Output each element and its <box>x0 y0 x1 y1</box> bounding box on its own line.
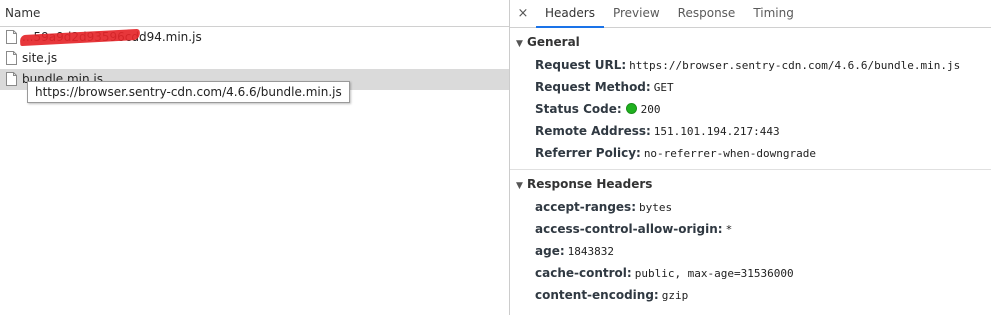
file-icon <box>6 51 17 65</box>
header-value: 1843832 <box>567 245 614 258</box>
header-key: Request Method: <box>535 80 651 94</box>
header-key: accept-ranges: <box>535 200 636 214</box>
header-row: accept-ranges: bytes <box>510 196 991 218</box>
header-value: https://browser.sentry-cdn.com/4.6.6/bun… <box>629 59 961 72</box>
header-row: access-control-allow-origin: * <box>510 218 991 240</box>
header-key: content-encoding: <box>535 288 659 302</box>
file-icon <box>6 30 17 44</box>
header-row: Status Code: 200 <box>510 98 991 120</box>
response-headers-section: ▼ Response Headers accept-ranges: bytes ac… <box>510 170 991 311</box>
request-row[interactable]: site.js <box>0 48 509 69</box>
header-row: age: 1843832 <box>510 240 991 262</box>
url-tooltip: https://browser.sentry-cdn.com/4.6.6/bun… <box>27 81 350 103</box>
header-key: Status Code: <box>535 102 622 116</box>
request-list-panel: Name ...59a9d2d93596cdd94.min.js site.js… <box>0 0 510 315</box>
close-icon[interactable]: × <box>510 0 536 27</box>
tab-headers[interactable]: Headers <box>536 0 604 28</box>
general-section-toggle[interactable]: ▼ General <box>510 28 991 54</box>
tab-preview[interactable]: Preview <box>604 0 669 27</box>
header-value: no-referrer-when-downgrade <box>643 147 816 160</box>
header-value: gzip <box>661 289 689 302</box>
header-value: bytes <box>639 201 673 214</box>
file-icon <box>6 72 17 86</box>
request-name: site.js <box>22 51 58 65</box>
header-key: age: <box>535 244 565 258</box>
header-value: GET <box>653 81 674 94</box>
header-key: Remote Address: <box>535 124 651 138</box>
header-row: Remote Address: 151.101.194.217:443 <box>510 120 991 142</box>
header-row: cache-control: public, max-age=31536000 <box>510 262 991 284</box>
request-row[interactable]: ...59a9d2d93596cdd94.min.js <box>0 27 509 48</box>
response-headers-section-toggle[interactable]: ▼ Response Headers <box>510 170 991 196</box>
header-key: Request URL: <box>535 58 627 72</box>
name-column-header[interactable]: Name <box>0 0 509 27</box>
header-row: Request Method: GET <box>510 76 991 98</box>
tab-response[interactable]: Response <box>669 0 745 27</box>
general-section: ▼ General Request URL: https://browser.sen… <box>510 28 991 170</box>
section-title: General <box>527 35 580 49</box>
triangle-down-icon: ▼ <box>516 181 523 191</box>
details-tab-bar: × Headers Preview Response Timing <box>510 0 991 28</box>
tab-timing[interactable]: Timing <box>744 0 803 27</box>
header-key: cache-control: <box>535 266 632 280</box>
triangle-down-icon: ▼ <box>516 39 523 49</box>
header-key: access-control-allow-origin: <box>535 222 723 236</box>
header-key: Referrer Policy: <box>535 146 641 160</box>
header-value: public, max-age=31536000 <box>634 267 794 280</box>
request-details-panel: × Headers Preview Response Timing ▼ Gener… <box>510 0 991 315</box>
header-value: 200 <box>640 103 661 116</box>
header-value: 151.101.194.217:443 <box>653 125 780 138</box>
section-title: Response Headers <box>527 177 653 191</box>
header-value: * <box>725 223 733 236</box>
header-row: Request URL: https://browser.sentry-cdn.c… <box>510 54 991 76</box>
header-row: Referrer Policy: no-referrer-when-downgra… <box>510 142 991 164</box>
status-dot-icon <box>625 103 637 114</box>
header-row: content-encoding: gzip <box>510 284 991 306</box>
